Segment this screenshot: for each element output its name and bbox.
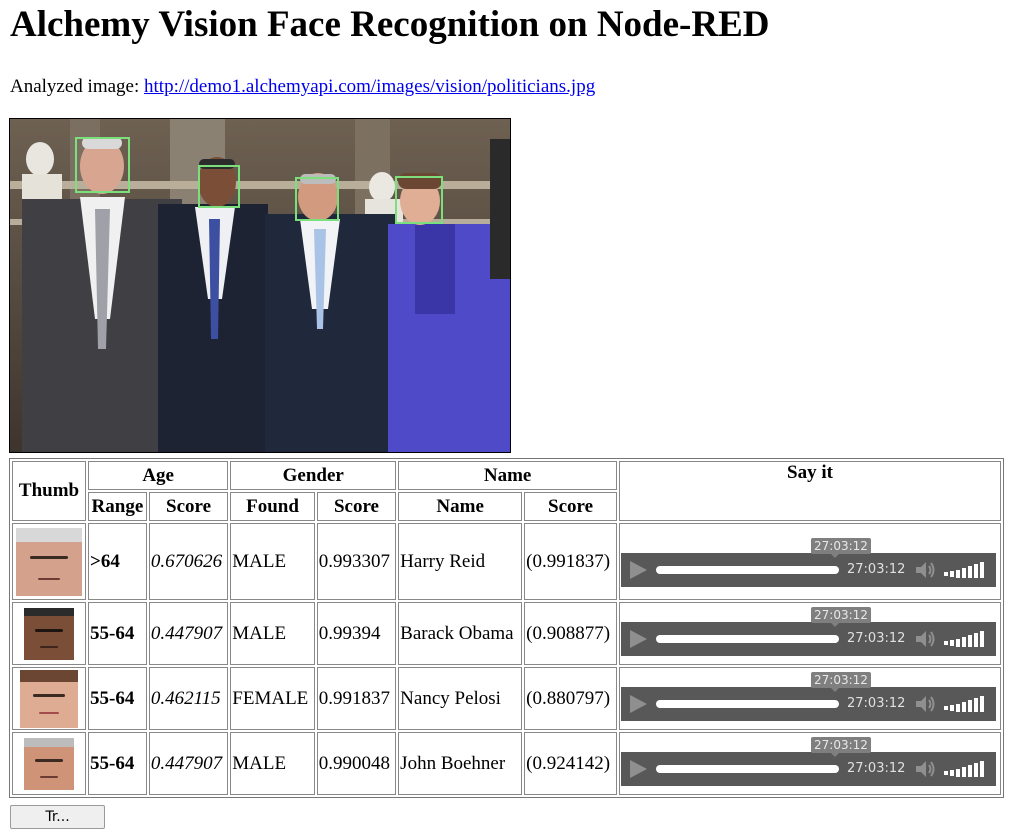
gender-found: MALE [230,523,315,600]
progress-bar[interactable] [656,566,839,574]
current-time: 27:03:12 [847,562,906,577]
table-row: 55-64 0.447907 MALE 0.99394 Barack Obama… [12,602,1001,665]
gender-found: MALE [230,732,315,795]
bottom-button[interactable]: Tr... [10,805,105,829]
current-time: 27:03:12 [847,630,906,646]
name-score: (0.991837) [524,523,617,600]
age-score: 0.447907 [148,732,229,795]
speaker-icon[interactable] [915,561,937,579]
say-it-cell: 27:03:12 27:03:12 [619,732,1001,795]
age-range: >64 [88,523,147,600]
name-score: (0.908877) [524,602,617,665]
results-table: Thumb Age Gender Name Say it Range Score… [9,458,1004,798]
name-score: (0.880797) [524,667,617,730]
audio-player: 27:03:12 27:03:12 [621,736,996,786]
gender-found: MALE [230,602,315,665]
person-name: Barack Obama [398,602,523,665]
analyzed-label: Analyzed image: [10,76,140,97]
header-thumb: Thumb [12,461,86,521]
gender-score: 0.990048 [316,732,397,795]
subheader-found: Found [230,492,315,521]
face-box-reid [75,137,130,193]
thumb-cell [12,732,86,795]
speaker-icon[interactable] [915,630,937,648]
person-name: Nancy Pelosi [398,667,523,730]
age-range: 55-64 [88,732,147,795]
audio-player: 27:03:12 27:03:12 [621,671,996,721]
say-it-cell: 27:03:12 27:03:12 [619,523,1001,600]
face-box-obama [198,165,240,208]
play-icon[interactable] [630,629,647,648]
face-thumbnail [24,737,74,790]
age-score: 0.447907 [148,602,229,665]
gender-score: 0.993307 [316,523,397,600]
say-it-cell: 27:03:12 27:03:12 [619,667,1001,730]
subheader-range: Range [88,492,147,521]
progress-bar[interactable] [656,699,839,708]
speaker-icon[interactable] [915,695,937,713]
subheader-age-score: Score [148,492,229,521]
current-time: 27:03:12 [847,760,906,776]
audio-player: 27:03:12 27:03:12 [621,538,996,587]
subheader-name-score: Score [524,492,617,521]
volume-slider[interactable] [944,560,989,580]
subheader-gender-score: Score [316,492,397,521]
age-score: 0.670626 [148,523,229,600]
table-row: 55-64 0.447907 MALE 0.990048 John Boehne… [12,732,1001,795]
header-say-it: Say it [619,461,1001,521]
audio-player: 27:03:12 27:03:12 [621,606,996,656]
volume-slider[interactable] [944,629,989,649]
gender-score: 0.99394 [316,602,397,665]
say-it-cell: 27:03:12 27:03:12 [619,602,1001,665]
table-row: 55-64 0.462115 FEMALE 0.991837 Nancy Pel… [12,667,1001,730]
analyzed-image [9,118,511,453]
header-gender: Gender [230,461,397,490]
speaker-icon[interactable] [915,760,937,778]
play-icon[interactable] [630,561,647,579]
analyzed-image-line: Analyzed image: http://demo1.alchemyapi.… [10,75,595,99]
thumb-cell [12,602,86,665]
image-url-link[interactable]: http://demo1.alchemyapi.com/images/visio… [144,76,595,97]
face-thumbnail [20,669,78,728]
table-row: >64 0.670626 MALE 0.993307 Harry Reid (0… [12,523,1001,600]
page-title: Alchemy Vision Face Recognition on Node-… [10,4,770,45]
face-box-boehner [295,177,339,221]
time-tooltip: 27:03:12 [811,736,871,757]
age-score: 0.462115 [148,667,229,730]
progress-bar[interactable] [656,764,839,773]
thumb-cell [12,667,86,730]
volume-slider[interactable] [944,694,989,714]
header-name: Name [398,461,617,490]
thumb-cell [12,523,86,600]
time-tooltip: 27:03:12 [811,606,871,627]
progress-bar[interactable] [656,634,839,643]
time-tooltip: 27:03:12 [811,538,871,558]
current-time: 27:03:12 [847,695,906,711]
header-age: Age [88,461,229,490]
gender-found: FEMALE [230,667,315,730]
age-range: 55-64 [88,667,147,730]
person-name: John Boehner [398,732,523,795]
name-score: (0.924142) [524,732,617,795]
subheader-name: Name [398,492,523,521]
volume-slider[interactable] [944,759,989,779]
time-tooltip: 27:03:12 [811,671,871,692]
face-box-pelosi [395,176,443,224]
face-thumbnail [16,527,82,596]
play-icon[interactable] [630,694,647,713]
age-range: 55-64 [88,602,147,665]
face-thumbnail [24,607,74,660]
person-name: Harry Reid [398,523,523,600]
play-icon[interactable] [630,759,647,778]
gender-score: 0.991837 [316,667,397,730]
